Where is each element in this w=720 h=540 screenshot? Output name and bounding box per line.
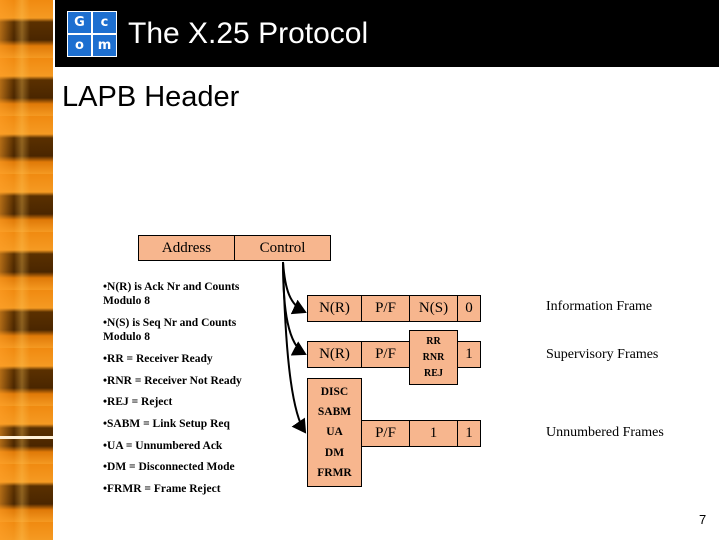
info-type-bit: 0: [457, 295, 481, 322]
note-line: •UA = Unnumbered Ack: [103, 440, 223, 452]
sup-type-bit: 1: [457, 341, 481, 368]
information-frame-label: Information Frame: [546, 299, 653, 314]
u-type-dm: DM: [324, 446, 345, 459]
note-line: •RR = Receiver Ready: [103, 353, 213, 365]
unnumbered-type-field: DISC SABM UA DM FRMR: [307, 378, 362, 487]
note-line: •N(R) is Ack Nr and Counts: [103, 281, 240, 293]
info-pf-field: P/F: [361, 295, 410, 322]
note-line: •SABM = Link Setup Req: [103, 418, 230, 430]
note-line: •N(S) is Seq Nr and Counts: [103, 317, 237, 329]
info-nr-field: N(R): [307, 295, 362, 322]
sup-type-rnr: RNR: [422, 351, 445, 363]
arrow-to-information-frame: [282, 261, 307, 315]
u-type-ua: UA: [326, 426, 343, 439]
sup-type-rej: REJ: [424, 367, 443, 379]
unnumbered-frames-label: Unnumbered Frames: [546, 425, 664, 440]
u-type-sabm: SABM: [317, 406, 352, 419]
supervisory-frames-label: Supervisory Frames: [546, 347, 659, 362]
u-pf-field: P/F: [361, 420, 410, 447]
page-number: 7: [699, 512, 707, 527]
u-bit-field: 1: [409, 420, 458, 447]
u-type-disc: DISC: [320, 386, 349, 399]
note-line: Modulo 8: [103, 295, 150, 307]
note-line: •RNR = Receiver Not Ready: [103, 375, 242, 387]
note-line: Modulo 8: [103, 331, 150, 343]
u-type-frmr: FRMR: [317, 466, 352, 479]
note-line: •REJ = Reject: [103, 396, 173, 408]
sup-type-field: RR RNR REJ: [409, 330, 458, 385]
note-line: •DM = Disconnected Mode: [103, 461, 235, 473]
sup-nr-field: N(R): [307, 341, 362, 368]
info-ns-field: N(S): [409, 295, 458, 322]
sup-pf-field: P/F: [361, 341, 410, 368]
sup-type-rr: RR: [426, 336, 441, 348]
note-line: •FRMR = Frame Reject: [103, 483, 221, 495]
u-type-bit: 1: [457, 420, 481, 447]
